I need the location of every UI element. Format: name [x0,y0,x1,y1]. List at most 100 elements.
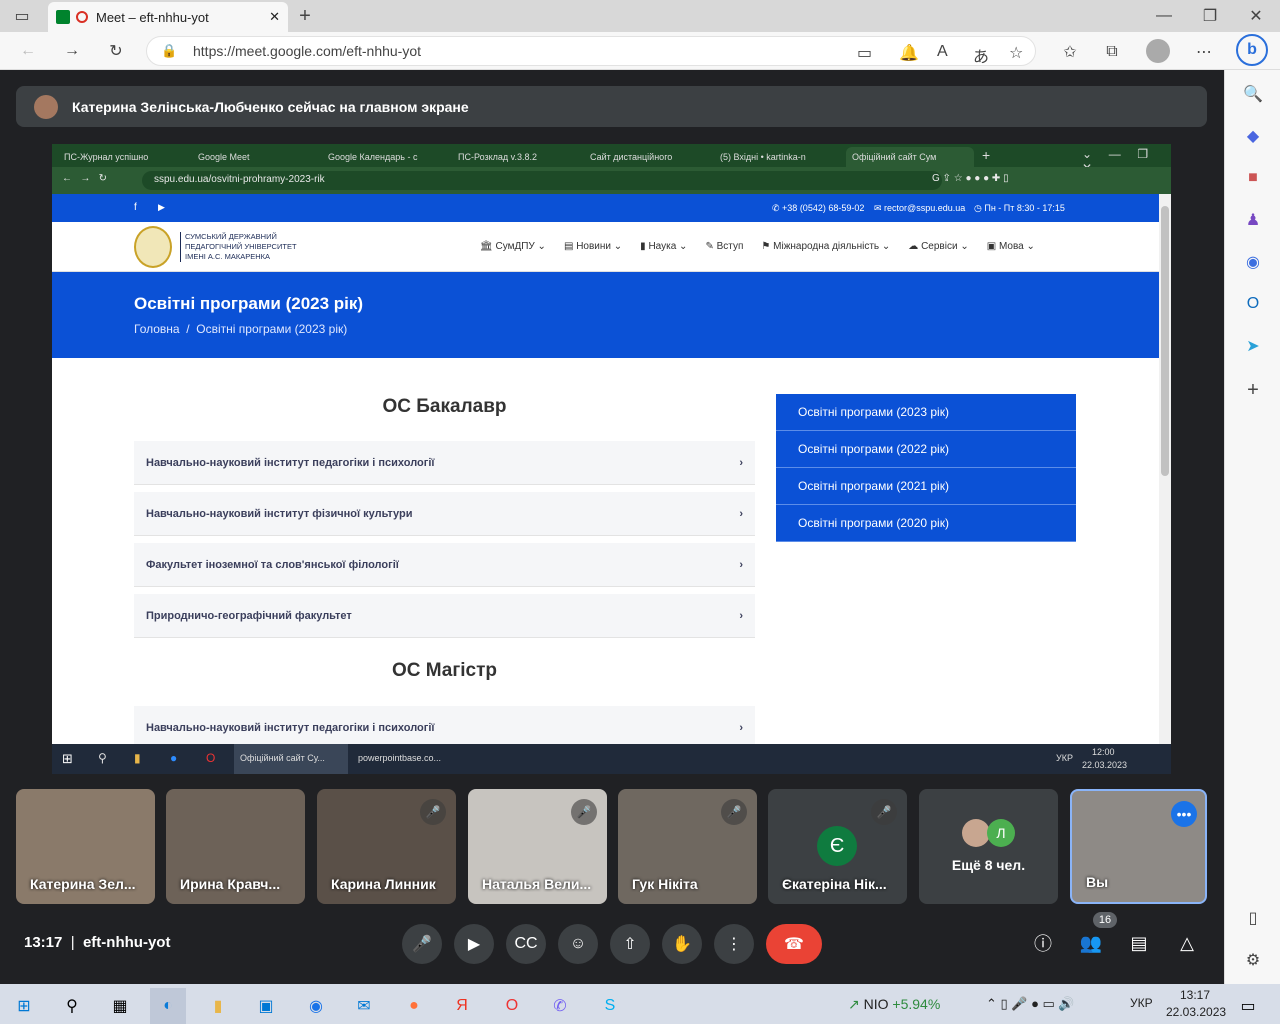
shared-folder-icon: ▮ [134,751,141,765]
participant-tile[interactable]: Катерина Зел... [16,789,155,904]
search-taskbar-icon[interactable]: ⚲ [54,988,90,1024]
notification-blocked-icon[interactable]: 🔔 [899,43,919,63]
explorer-icon[interactable]: ▮ [200,988,236,1024]
translate-icon[interactable]: あ [973,43,989,67]
shared-zoom-icon: ● [170,751,178,765]
start-icon[interactable]: ⊞ [6,988,42,1024]
people-icon[interactable]: 👥 [1076,930,1106,956]
skype-icon[interactable]: S [592,988,628,1024]
side-program-link: Освітні програми (2021 рік) [776,468,1076,505]
read-aloud-icon[interactable]: A [937,43,948,61]
site-topbar: f ▶ ✆ +38 (0542) 68-59-02 ✉ rector@sspu.… [52,194,1159,222]
participant-tile[interactable]: 🎤 Гук Нікіта [618,789,757,904]
more-options-icon[interactable]: ••• [1171,801,1197,827]
chat-icon[interactable]: ▤ [1126,930,1152,956]
browser-tab-meet[interactable]: Meet – eft-nhhu-yot ✕ [48,2,288,32]
camera-button[interactable]: ▶ [454,924,494,964]
url-field[interactable]: 🔒 https://meet.google.com/eft-nhhu-yot ▭… [146,36,1036,66]
store-icon[interactable]: ▣ [248,988,284,1024]
input-language[interactable]: УКР [1130,996,1153,1010]
office-icon[interactable]: ◉ [1239,250,1267,274]
search-icon[interactable]: 🔍 [1239,82,1267,106]
outlook-icon[interactable]: O [1239,292,1267,316]
firefox-icon[interactable]: ● [396,988,432,1024]
notifications-icon[interactable]: ▭ [1230,988,1266,1024]
windows-taskbar: ⊞ ⚲ ▦ ◐ ▮ ▣ ◉ ✉ ● Я O ✆ S ↗ NIO +5.94% ⌃… [0,984,1280,1024]
sidebar-toggle-icon[interactable]: ▯ [1239,906,1267,930]
minimize-icon[interactable]: — [1152,6,1176,26]
raise-hand-button[interactable]: ✋ [662,924,702,964]
shared-app-ppt: powerpointbase.co... [358,753,442,763]
new-tab-icon[interactable]: + [294,5,316,27]
meeting-code: eft-nhhu-yot [82,934,171,951]
menu-item: ▤ Новини ⌄ [563,241,623,252]
meeting-info: 13:17 | eft-nhhu-yot [24,934,171,951]
participant-tile[interactable]: 🎤 Є Єкатеріна Нік... [768,789,907,904]
menu-more-icon[interactable]: ⋯ [1192,40,1216,64]
self-tile[interactable]: ••• Вы [1070,789,1207,904]
clock-time[interactable]: 13:17 [1180,988,1210,1002]
participant-tile[interactable]: 🎤 Наталья Вели... [468,789,607,904]
shared-new-tab-icon: + [982,147,991,163]
shared-tab: Google Meet [198,152,250,162]
people-count-badge: 16 [1093,912,1117,928]
present-button[interactable]: ⇧ [610,924,650,964]
shared-app-chrome: Офіційний сайт Су... [234,744,348,774]
stock-widget[interactable]: ↗ NIO +5.94% [848,996,940,1013]
bing-icon[interactable]: b [1236,34,1268,66]
edge-taskbar-icon[interactable]: ◐ [150,988,186,1024]
games-icon[interactable]: ♟ [1239,208,1267,232]
add-sidebar-icon[interactable]: + [1239,378,1267,402]
task-view-icon[interactable]: ▦ [102,988,138,1024]
favorite-add-icon[interactable]: ☆ [1009,43,1023,63]
captions-button[interactable]: CC [506,924,546,964]
shared-lang: УКР [1056,753,1073,763]
info-icon[interactable]: ⓘ [1030,930,1056,956]
yandex-icon[interactable]: Я [444,988,480,1024]
tab-actions-icon[interactable]: ▭ [10,6,34,26]
close-window-icon[interactable]: ✕ [1244,6,1268,26]
activities-icon[interactable]: △ [1174,930,1200,956]
browser-tab-bar: ▭ Meet – eft-nhhu-yot ✕ + — ❐ ✕ [0,0,1280,32]
end-call-button[interactable]: ☎ [766,924,822,964]
restore-icon[interactable]: ❐ [1198,6,1222,26]
collections-icon[interactable]: ⧉ [1100,40,1124,64]
emoji-button[interactable]: ☺ [558,924,598,964]
chevron-right-icon: › [739,507,743,520]
telegram-icon[interactable]: ➤ [1239,334,1267,358]
viber-icon[interactable]: ✆ [542,988,578,1024]
shared-url: sspu.edu.ua/osvitni-prohramy-2023-rik [142,171,942,190]
presenter-banner: Катерина Зелінська-Любченко сейчас на гл… [16,86,1207,127]
settings-gear-icon[interactable]: ⚙ [1239,948,1267,972]
tools-icon[interactable]: ■ [1239,166,1267,190]
participant-tile[interactable]: Ирина Кравч... [166,789,305,904]
tray-icons[interactable]: ⌃ ▯ 🎤 ● ▭ 🔊 [986,996,1075,1012]
site-menu: 🏛 СумДПУ ⌄ ▤ Новини ⌄ ▮ Наука ⌄ ✎ Вступ … [480,241,1035,252]
bachelor-item: Навчально-науковий інститут педагогіки і… [134,441,755,485]
chrome-icon[interactable]: ◉ [298,988,334,1024]
more-options-button[interactable]: ⋮ [714,924,754,964]
camera-icon[interactable]: ▭ [857,43,872,63]
back-icon[interactable]: ← [16,40,40,62]
menu-item: 🏛 СумДПУ ⌄ [480,241,546,252]
bachelor-item: Природничо-географічний факультет › [134,594,755,638]
favorites-icon[interactable]: ✩ [1058,40,1082,64]
mail-icon[interactable]: ✉ [346,988,382,1024]
close-tab-icon[interactable]: ✕ [269,9,280,25]
profile-avatar[interactable] [1146,39,1170,63]
more-participants-tile[interactable]: Л Ещё 8 чел. [919,789,1058,904]
mic-off-icon: 🎤 [721,799,747,825]
shared-start-icon: ⊞ [62,751,73,766]
shared-tab: Google Календарь - с [328,152,418,162]
microphone-button[interactable]: 🎤 [402,924,442,964]
participant-tile[interactable]: 🎤 Карина Линник [317,789,456,904]
forward-icon[interactable]: → [60,40,84,62]
shopping-icon[interactable]: ◆ [1239,124,1267,148]
presenter-avatar [34,95,58,119]
opera-icon[interactable]: O [494,988,530,1024]
chevron-right-icon: › [739,721,743,734]
side-program-link: Освітні програми (2020 рік) [776,505,1076,542]
shared-extension-icons: G ⇪ ☆ ● ● ● ✚ ▯ [932,173,1009,184]
clock-date[interactable]: 22.03.2023 [1166,1005,1226,1019]
reload-icon[interactable]: ↻ [104,40,128,62]
